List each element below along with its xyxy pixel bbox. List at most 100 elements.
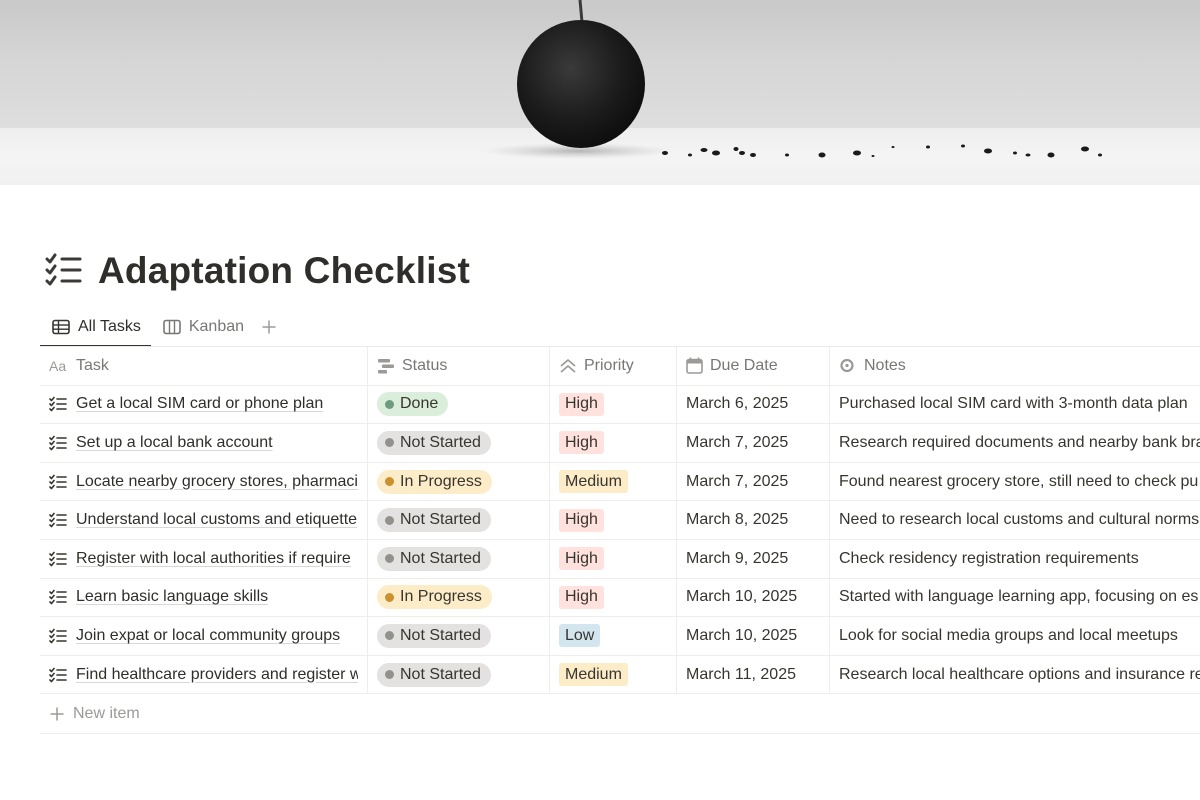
checklist-icon[interactable]: [44, 251, 84, 291]
tab-kanban[interactable]: Kanban: [151, 308, 254, 346]
priority-cell[interactable]: High: [550, 501, 677, 539]
status-cell[interactable]: Not Started: [368, 655, 550, 694]
new-item-button[interactable]: New item: [40, 694, 1200, 735]
notes-text: Need to research local customs and cultu…: [839, 511, 1200, 529]
priority-tag: High: [559, 585, 604, 609]
priority-cell[interactable]: High: [550, 578, 677, 617]
page-title[interactable]: Adaptation Checklist: [98, 250, 470, 292]
add-view-button[interactable]: [254, 308, 284, 346]
due-date-cell[interactable]: March 8, 2025: [677, 501, 830, 539]
task-cell[interactable]: Get a local SIM card or phone plan: [40, 385, 368, 424]
column-header-notes[interactable]: Notes: [830, 347, 1200, 385]
due-date-cell[interactable]: March 6, 2025: [677, 385, 830, 424]
task-title[interactable]: Set up a local bank account: [76, 434, 273, 452]
priority-cell[interactable]: Low: [550, 617, 677, 655]
due-date: March 7, 2025: [686, 472, 789, 490]
status-cell[interactable]: Not Started: [368, 424, 550, 462]
table-row[interactable]: Join expat or local community groups Not …: [40, 617, 1200, 656]
due-date-cell[interactable]: March 10, 2025: [677, 617, 830, 655]
task-cell[interactable]: Locate nearby grocery stores, pharmaci: [40, 462, 368, 501]
task-title[interactable]: Get a local SIM card or phone plan: [76, 395, 323, 413]
notes-cell[interactable]: Look for social media groups and local m…: [830, 617, 1200, 655]
task-cell[interactable]: Register with local authorities if requi…: [40, 539, 368, 578]
status-cell[interactable]: In Progress: [368, 462, 550, 501]
checklist-icon: [49, 435, 67, 451]
calendar-icon: [686, 357, 703, 375]
column-header-due-date[interactable]: Due Date: [677, 347, 830, 385]
status-cell[interactable]: Not Started: [368, 617, 550, 655]
task-title[interactable]: Join expat or local community groups: [76, 627, 340, 645]
task-cell[interactable]: Understand local customs and etiquette: [40, 501, 368, 539]
notes-cell[interactable]: Found nearest grocery store, still need …: [830, 463, 1200, 501]
table-row[interactable]: Find healthcare providers and register w…: [40, 655, 1200, 695]
due-date: March 9, 2025: [686, 549, 789, 567]
table-row[interactable]: Set up a local bank account Not Started Hi…: [40, 424, 1200, 463]
notes-cell[interactable]: Research required documents and nearby b…: [830, 424, 1200, 462]
task-title[interactable]: Locate nearby grocery stores, pharmaci: [76, 473, 358, 491]
status-dot: [385, 631, 394, 641]
checklist-icon: [49, 397, 67, 412]
due-date: March 11, 2025: [686, 665, 796, 683]
notes-cell[interactable]: Research local healthcare options and in…: [830, 656, 1200, 694]
task-cell[interactable]: Set up a local bank account: [40, 424, 368, 462]
table-row[interactable]: Register with local authorities if requi…: [40, 539, 1200, 579]
task-title[interactable]: Find healthcare providers and register w: [76, 666, 358, 684]
due-date-cell[interactable]: March 7, 2025: [677, 424, 830, 462]
priority-cell[interactable]: High: [550, 424, 677, 462]
priority-cell[interactable]: High: [550, 385, 677, 424]
tab-label: All Tasks: [78, 318, 141, 335]
due-date-cell[interactable]: March 10, 2025: [677, 578, 830, 617]
table-row[interactable]: Locate nearby grocery stores, pharmaci In…: [40, 462, 1200, 502]
priority-cell[interactable]: High: [550, 539, 677, 578]
column-header-priority[interactable]: Priority: [550, 347, 677, 385]
status-dot: [385, 670, 394, 680]
due-date-cell[interactable]: March 11, 2025: [677, 655, 830, 694]
checklist-icon: [49, 551, 67, 567]
priority-cell[interactable]: Medium: [550, 462, 677, 501]
view-tabs: All Tasks Kanban: [40, 308, 284, 347]
notes-cell[interactable]: Need to research local customs and cultu…: [830, 501, 1200, 539]
table-row[interactable]: Get a local SIM card or phone plan Done Hi…: [40, 385, 1200, 425]
checklist-icon: [49, 590, 67, 605]
task-title[interactable]: Understand local customs and etiquette: [76, 511, 357, 529]
table-icon: [52, 319, 70, 335]
status-dot: [385, 438, 394, 448]
priority-tag: High: [559, 392, 604, 416]
status-cell[interactable]: In Progress: [368, 578, 550, 617]
status-dot: [385, 554, 394, 564]
task-title[interactable]: Register with local authorities if requi…: [76, 550, 351, 568]
status-badge: Not Started: [377, 662, 491, 687]
checklist-icon: [49, 628, 67, 644]
task-cell[interactable]: Join expat or local community groups: [40, 617, 368, 655]
due-date: March 10, 2025: [686, 626, 798, 644]
priority-tag: Low: [559, 624, 601, 648]
priority-cell[interactable]: Medium: [550, 655, 677, 694]
task-title[interactable]: Learn basic language skills: [76, 588, 268, 606]
task-cell[interactable]: Learn basic language skills: [40, 578, 368, 617]
due-date-cell[interactable]: March 9, 2025: [677, 539, 830, 578]
notes-cell[interactable]: Started with language learning app, focu…: [830, 579, 1200, 617]
notes-text: Purchased local SIM card with 3-month da…: [839, 395, 1188, 413]
checklist-icon: [49, 474, 67, 489]
notes-property-icon: [840, 358, 854, 372]
column-header-task[interactable]: Aa Task: [40, 347, 368, 385]
column-header-status[interactable]: Status: [368, 347, 550, 385]
notes-cell[interactable]: Purchased local SIM card with 3-month da…: [830, 386, 1200, 424]
table-row[interactable]: Understand local customs and etiquette No…: [40, 501, 1200, 540]
notes-cell[interactable]: Check residency registration requirement…: [830, 540, 1200, 578]
status-dot: [385, 592, 394, 602]
status-dot: [385, 477, 394, 487]
status-badge: In Progress: [377, 585, 492, 610]
priority-tag: High: [559, 431, 604, 455]
task-cell[interactable]: Find healthcare providers and register w: [40, 655, 368, 694]
table-row[interactable]: Learn basic language skills In Progress Hi…: [40, 578, 1200, 618]
cover-sphere-illustration: [483, 0, 1102, 159]
status-cell[interactable]: Not Started: [368, 539, 550, 578]
due-date-cell[interactable]: March 7, 2025: [677, 462, 830, 501]
page-cover-image: [0, 0, 1200, 185]
status-badge: In Progress: [377, 469, 492, 494]
status-cell[interactable]: Not Started: [368, 501, 550, 539]
status-cell[interactable]: Done: [368, 385, 550, 424]
due-date: March 8, 2025: [686, 511, 789, 529]
tab-all-tasks[interactable]: All Tasks: [40, 308, 151, 347]
